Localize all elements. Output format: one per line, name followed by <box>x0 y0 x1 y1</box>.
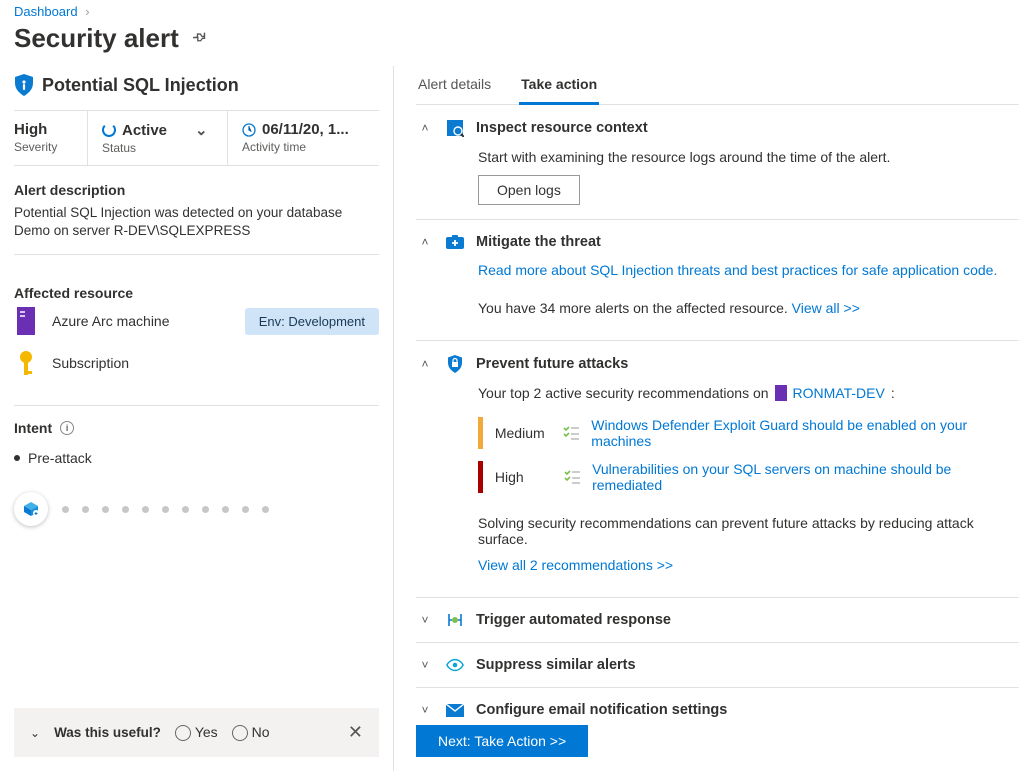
feedback-question: Was this useful? <box>54 725 161 740</box>
section-mitigate-header[interactable]: ˄ Mitigate the threat <box>416 234 1019 250</box>
description-heading: Alert description <box>14 182 379 198</box>
severity-value: High <box>14 121 73 138</box>
prevent-view-all-link[interactable]: View all 2 recommendations >> <box>478 557 673 573</box>
intent-stage: Pre-attack <box>14 450 379 466</box>
prevent-solving-text: Solving security recommendations can pre… <box>478 515 1019 547</box>
server-icon <box>14 307 38 335</box>
feedback-yes[interactable]: Yes <box>175 724 218 741</box>
breadcrumb: Dashboard › <box>0 0 1035 19</box>
mail-icon <box>446 704 464 717</box>
meta-activity: 06/11/20, 1... Activity time <box>228 111 379 165</box>
section-suppress: ˅ Suppress similar alerts <box>416 643 1019 688</box>
checklist-icon <box>563 426 579 440</box>
activity-value: 06/11/20, 1... <box>262 121 349 138</box>
target-scan-icon <box>446 119 464 137</box>
spinner-icon <box>102 123 116 137</box>
chevron-up-icon: ˄ <box>416 235 434 249</box>
tab-take-action[interactable]: Take action <box>519 66 599 105</box>
section-title: Suppress similar alerts <box>476 657 636 673</box>
chevron-down-icon: ˅ <box>416 703 434 717</box>
chevron-down-icon[interactable]: ⌄ <box>30 726 40 740</box>
killchain-dots <box>62 506 379 513</box>
resource-label: Subscription <box>52 355 129 371</box>
shield-alert-icon <box>14 74 34 96</box>
tab-alert-details[interactable]: Alert details <box>416 66 493 104</box>
recommendation-link[interactable]: Windows Defender Exploit Guard should be… <box>591 417 1019 449</box>
meta-status[interactable]: Active ⌄ Status <box>88 111 228 165</box>
chevron-down-icon: ˅ <box>416 613 434 627</box>
severity-bar-medium <box>478 417 483 449</box>
resource-row-machine[interactable]: Azure Arc machine Env: Development <box>14 307 379 335</box>
section-title: Mitigate the threat <box>476 234 601 250</box>
feedback-no[interactable]: No <box>232 724 270 741</box>
chevron-down-icon: ˅ <box>416 658 434 672</box>
automation-icon <box>446 612 464 628</box>
section-email-header[interactable]: ˅ Configure email notification settings <box>416 702 1019 717</box>
description-text: Potential SQL Injection was detected on … <box>14 204 379 240</box>
clock-icon <box>242 123 256 137</box>
section-trigger-header[interactable]: ˅ Trigger automated response <box>416 612 1019 628</box>
killchain-current-stage[interactable] <box>14 492 48 526</box>
chevron-up-icon: ˄ <box>416 357 434 371</box>
severity-label: High <box>495 469 552 485</box>
chevron-right-icon: › <box>81 4 93 19</box>
resource-row-subscription[interactable]: Subscription <box>14 349 379 377</box>
prevent-top-text: Your top 2 active security recommendatio… <box>478 385 769 401</box>
status-label: Status <box>102 141 213 155</box>
section-prevent-header[interactable]: ˄ Prevent future attacks <box>416 355 1019 373</box>
mitigate-more-text: You have 34 more alerts on the affected … <box>478 300 792 316</box>
inspect-text: Start with examining the resource logs a… <box>478 149 1019 165</box>
close-icon[interactable]: ✕ <box>348 722 363 743</box>
env-badge: Env: Development <box>245 308 379 335</box>
intent-stage-label: Pre-attack <box>28 450 92 466</box>
severity-label: Severity <box>14 140 73 154</box>
section-inspect-header[interactable]: ˄ Inspect resource context <box>416 119 1019 137</box>
intent-label: Intent <box>14 420 52 436</box>
section-suppress-header[interactable]: ˅ Suppress similar alerts <box>416 657 1019 673</box>
medkit-icon <box>446 235 464 249</box>
resource-label: Azure Arc machine <box>52 313 170 329</box>
eye-off-icon <box>446 658 464 672</box>
section-prevent: ˄ Prevent future attacks Your top 2 acti… <box>416 341 1019 598</box>
shield-lock-icon <box>446 355 464 373</box>
server-icon <box>775 385 787 401</box>
section-trigger: ˅ Trigger automated response <box>416 598 1019 643</box>
affected-heading: Affected resource <box>14 285 379 301</box>
mitigate-best-practices-link[interactable]: Read more about SQL Injection threats an… <box>478 262 997 278</box>
next-take-action-button[interactable]: Next: Take Action >> <box>416 725 588 757</box>
pin-icon[interactable] <box>193 31 209 47</box>
mitigate-view-all-link[interactable]: View all >> <box>792 300 860 316</box>
chevron-up-icon: ˄ <box>416 121 434 135</box>
section-title: Prevent future attacks <box>476 356 628 372</box>
page-title: Security alert <box>14 23 179 54</box>
section-email: ˅ Configure email notification settings <box>416 688 1019 717</box>
recommendation-row[interactable]: Medium Windows Defender Exploit Guard sh… <box>478 411 1019 455</box>
severity-bar-high <box>478 461 483 493</box>
checklist-icon <box>564 470 580 484</box>
recommendation-row[interactable]: High Vulnerabilities on your SQL servers… <box>478 455 1019 499</box>
activity-label: Activity time <box>242 140 365 154</box>
key-icon <box>14 349 38 377</box>
section-mitigate: ˄ Mitigate the threat Read more about SQ… <box>416 220 1019 341</box>
section-title: Configure email notification settings <box>476 702 727 717</box>
chevron-down-icon: ⌄ <box>195 121 208 139</box>
colon: : <box>891 385 895 401</box>
recommendation-link[interactable]: Vulnerabilities on your SQL servers on m… <box>592 461 1019 493</box>
feedback-bar: ⌄ Was this useful? Yes No ✕ <box>14 708 379 757</box>
meta-severity: High Severity <box>14 111 88 165</box>
alert-title: Potential SQL Injection <box>42 75 239 96</box>
section-inspect: ˄ Inspect resource context Start with ex… <box>416 105 1019 220</box>
alert-meta: High Severity Active ⌄ Status <box>14 110 379 166</box>
breadcrumb-root[interactable]: Dashboard <box>14 4 78 19</box>
prevent-server-link[interactable]: RONMAT-DEV <box>793 385 885 401</box>
bullet-icon <box>14 455 20 461</box>
status-value: Active <box>122 122 167 139</box>
section-title: Trigger automated response <box>476 612 671 628</box>
killchain-progress <box>14 492 379 526</box>
open-logs-button[interactable]: Open logs <box>478 175 580 205</box>
tab-bar: Alert details Take action <box>416 66 1019 105</box>
severity-label: Medium <box>495 425 551 441</box>
section-title: Inspect resource context <box>476 120 648 136</box>
info-icon[interactable]: i <box>60 421 74 435</box>
